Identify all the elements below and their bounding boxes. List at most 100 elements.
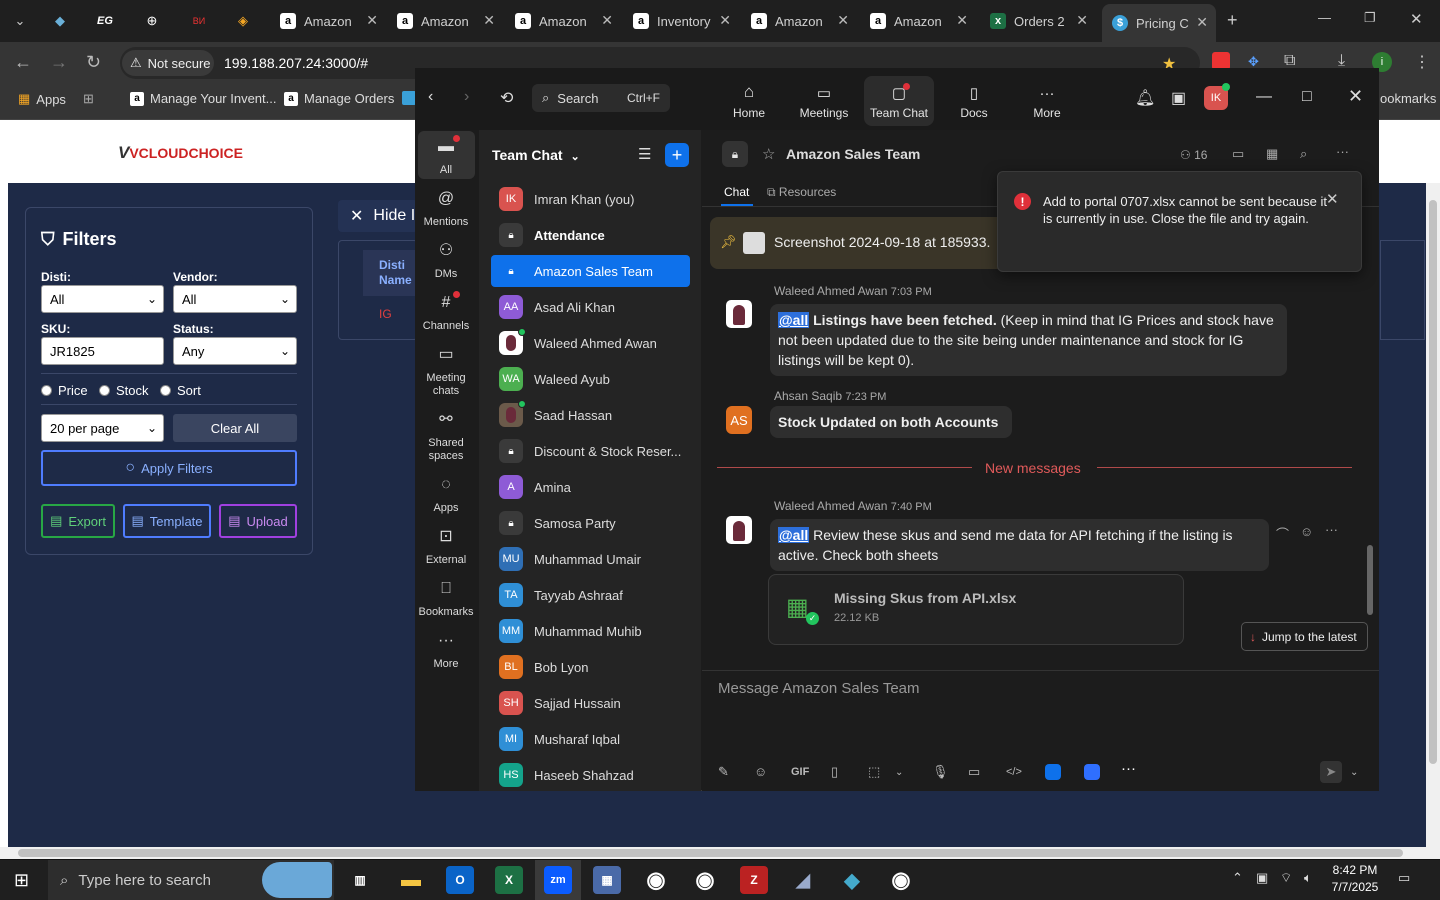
volume-icon[interactable]: 🔈︎ (1304, 870, 1312, 886)
message-input[interactable]: Message Amazon Sales Team (718, 680, 920, 697)
browser-tab[interactable]: a Amazon ✕ (505, 6, 621, 36)
windows-start-icon[interactable]: ⊞ (14, 870, 29, 891)
sort-radio[interactable]: Sort (160, 383, 201, 398)
rail-dms[interactable]: ⚇ DMs (417, 243, 475, 281)
bookmark-item[interactable]: a Manage Orders (284, 91, 394, 106)
contact-item[interactable]: MU Muhammad Umair (491, 543, 690, 575)
back-icon[interactable]: ‹ (428, 88, 433, 106)
close-icon[interactable]: ✕ (837, 12, 849, 29)
tab-more[interactable]: ··· More (1012, 76, 1082, 126)
rail-mentions[interactable]: @ Mentions (417, 191, 475, 229)
maximize-icon[interactable]: □ (1302, 88, 1312, 106)
rail-more[interactable]: ··· More (417, 633, 475, 671)
forward-icon[interactable]: › (464, 88, 469, 106)
bookmark-apps[interactable]: ▦ Apps (18, 91, 66, 107)
browser-tab[interactable]: a Amazon ✕ (860, 6, 976, 36)
rail-apps[interactable]: ◌ Apps (417, 477, 475, 515)
close-icon[interactable]: ✕ (1348, 86, 1363, 107)
mention[interactable]: @all (778, 527, 810, 543)
filter-icon[interactable]: ☰ (638, 145, 651, 163)
history-icon[interactable]: ⟲ (500, 88, 513, 108)
pinned-tab-4[interactable]: ВИ (186, 8, 212, 34)
microphone-icon[interactable]: 🎙︎ (932, 764, 949, 780)
avatar[interactable]: AS (726, 406, 752, 434)
tab-docs[interactable]: ▯ Docs (939, 76, 1009, 126)
team-chat-heading[interactable]: Team Chat ⌄ (492, 147, 580, 163)
channel-item[interactable]: 🔒︎ Discount & Stock Reser... (491, 435, 690, 467)
chrome-icon[interactable]: ◉ (691, 866, 719, 894)
browser-tab[interactable]: a Amazon ✕ (387, 6, 503, 36)
close-icon[interactable]: ✕ (366, 12, 378, 29)
chrome-icon[interactable]: ◉ (642, 866, 670, 894)
more-icon[interactable]: ··· (1325, 522, 1338, 537)
security-chip[interactable]: ⚠ Not secure (122, 50, 214, 76)
back-icon[interactable]: ← (14, 52, 32, 73)
contact-item[interactable]: IK Imran Khan (you) (491, 183, 690, 215)
jump-to-latest-button[interactable]: ↓ Jump to the latest (1241, 622, 1368, 651)
file-icon[interactable]: ▯ (831, 764, 838, 780)
contact-item[interactable]: SH Sajjad Hussain (491, 687, 690, 719)
sku-input[interactable]: JR1825 (41, 337, 164, 365)
contact-item[interactable]: Waleed Ahmed Awan (491, 327, 690, 359)
contact-item[interactable]: WA Waleed Ayub (491, 363, 690, 395)
search-icon[interactable]: ⌕ (1300, 146, 1307, 162)
export-button[interactable]: ▤ Export (41, 504, 115, 538)
contact-item[interactable]: HS Haseeb Shahzad (491, 759, 690, 791)
format-icon[interactable]: ✎ (718, 764, 729, 780)
minimize-icon[interactable]: — (1318, 10, 1331, 25)
chrome-icon[interactable]: ◉ (887, 866, 915, 894)
avatar[interactable] (726, 516, 752, 544)
url-text[interactable]: 199.188.207.24:3000/# (224, 55, 368, 71)
reply-icon[interactable]: ⌒ (1276, 524, 1289, 543)
status-select[interactable]: Any ⌄ (173, 337, 297, 365)
tab-home[interactable]: ⌂ Home (714, 76, 784, 126)
star-icon[interactable]: ☆ (762, 145, 775, 163)
pinned-tab-1[interactable]: ◆ (47, 8, 73, 34)
stock-radio[interactable]: Stock (99, 383, 149, 398)
tab-meetings[interactable]: ▭ Meetings (789, 76, 859, 126)
message-bubble[interactable]: Stock Updated on both Accounts (770, 406, 1013, 438)
browser-tab[interactable]: a Amazon ✕ (741, 6, 857, 36)
tab-team-chat[interactable]: ▢ Team Chat (864, 76, 934, 126)
video-icon[interactable]: ▭ (1232, 146, 1244, 162)
chevron-down-icon[interactable]: ⌄ (1350, 767, 1358, 778)
bell-icon[interactable]: 🔔︎ (1135, 88, 1155, 108)
browser-tab[interactable]: a Inventory ✕ (623, 6, 739, 36)
all-bookmarks[interactable]: ookmarks (1380, 91, 1436, 106)
calendar-icon[interactable]: ▣ (1171, 88, 1186, 108)
close-icon[interactable]: ✕ (483, 12, 495, 29)
send-icon[interactable]: ➤ (1320, 761, 1342, 783)
scrollbar-thumb[interactable] (18, 849, 1403, 857)
channel-item[interactable]: 🔒︎ Samosa Party (491, 507, 690, 539)
contact-item[interactable]: MI Musharaf Iqbal (491, 723, 690, 755)
clear-all-button[interactable]: Clear All (173, 414, 297, 442)
new-tab-icon[interactable]: + (1227, 10, 1238, 31)
pinned-tab-3[interactable]: ⊕ (139, 8, 165, 34)
browser-tab[interactable]: a Amazon ✕ (270, 6, 386, 36)
rail-external[interactable]: ⊡ External (417, 529, 475, 567)
app-icon[interactable] (1045, 764, 1061, 780)
tray-chevron-icon[interactable]: ⌃ (1232, 870, 1243, 886)
mention[interactable]: @all (778, 312, 810, 328)
upload-button[interactable]: ▤ Upload (219, 504, 297, 538)
gif-button[interactable]: GIF (791, 766, 809, 778)
avatar[interactable] (726, 300, 752, 328)
restore-icon[interactable]: ❐ (1364, 10, 1376, 26)
scrollbar-thumb[interactable] (1367, 545, 1373, 615)
vendor-select[interactable]: All ⌄ (173, 285, 297, 313)
pinned-tab-2[interactable]: EG (92, 8, 118, 34)
close-icon[interactable]: ✕ (1076, 12, 1088, 29)
menu-icon[interactable]: ⋮ (1414, 52, 1430, 72)
file-attachment[interactable] (768, 574, 1184, 645)
excel-icon[interactable]: X (495, 866, 523, 894)
message-bubble[interactable]: @all Listings have been fetched. (Keep i… (770, 304, 1287, 376)
template-button[interactable]: ▤ Template (123, 504, 211, 538)
rail-meeting-chats[interactable]: ▭ Meeting chats (417, 347, 475, 398)
task-view-icon[interactable]: ▥ (346, 866, 374, 894)
bookmark-item[interactable]: a Manage Your Invent... (130, 91, 276, 106)
file-explorer-icon[interactable]: ▬ (397, 866, 425, 894)
close-window-icon[interactable]: ✕ (1410, 10, 1423, 28)
contact-item[interactable]: MM Muhammad Muhib (491, 615, 690, 647)
hide-button[interactable]: ✕ Hide I (338, 200, 418, 232)
code-icon[interactable]: </> (1006, 766, 1022, 778)
